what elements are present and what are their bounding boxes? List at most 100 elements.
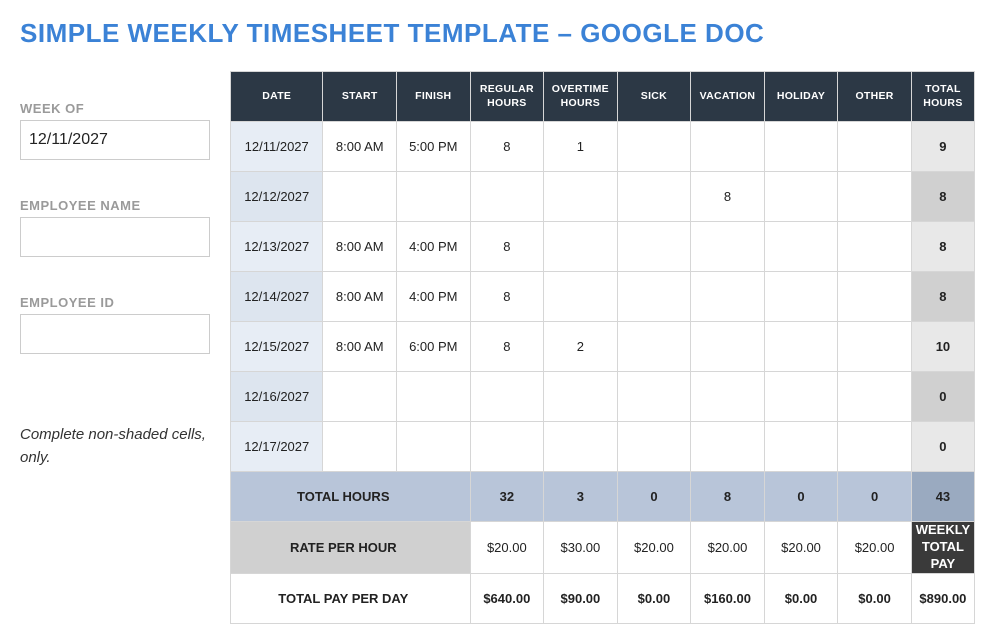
table-row: 12/13/20278:00 AM4:00 PM88 (231, 222, 975, 272)
header-row: DATE START FINISH REGULAR HOURS OVERTIME… (231, 72, 975, 122)
week-of-label: WEEK OF (20, 101, 210, 116)
cell-total: 0 (911, 422, 974, 472)
cell-regular[interactable] (470, 172, 544, 222)
pay-vacation: $160.00 (691, 573, 765, 623)
cell-other[interactable] (838, 372, 912, 422)
cell-vacation[interactable] (691, 222, 765, 272)
rate-overtime[interactable]: $30.00 (544, 522, 618, 574)
table-row: 12/16/20270 (231, 372, 975, 422)
cell-other[interactable] (838, 222, 912, 272)
cell-sick[interactable] (617, 372, 691, 422)
header-other: OTHER (838, 72, 912, 122)
cell-regular[interactable] (470, 422, 544, 472)
cell-sick[interactable] (617, 272, 691, 322)
cell-finish[interactable]: 4:00 PM (397, 222, 471, 272)
cell-sick[interactable] (617, 322, 691, 372)
cell-holiday[interactable] (764, 172, 838, 222)
cell-regular[interactable]: 8 (470, 222, 544, 272)
cell-holiday[interactable] (764, 322, 838, 372)
cell-overtime[interactable] (544, 272, 618, 322)
cell-finish[interactable]: 4:00 PM (397, 272, 471, 322)
employee-name-label: EMPLOYEE NAME (20, 198, 210, 213)
pay-holiday: $0.00 (764, 573, 838, 623)
totals-vacation: 8 (691, 472, 765, 522)
pay-total: $890.00 (911, 573, 974, 623)
cell-start[interactable]: 8:00 AM (323, 272, 397, 322)
totals-regular: 32 (470, 472, 544, 522)
cell-regular[interactable] (470, 372, 544, 422)
cell-start[interactable] (323, 372, 397, 422)
cell-date: 12/11/2027 (231, 122, 323, 172)
pay-regular: $640.00 (470, 573, 544, 623)
header-total: TOTAL HOURS (911, 72, 974, 122)
header-start: START (323, 72, 397, 122)
rate-sick[interactable]: $20.00 (617, 522, 691, 574)
cell-holiday[interactable] (764, 272, 838, 322)
totals-overtime: 3 (544, 472, 618, 522)
cell-other[interactable] (838, 272, 912, 322)
employee-id-label: EMPLOYEE ID (20, 295, 210, 310)
cell-start[interactable]: 8:00 AM (323, 122, 397, 172)
employee-id-input[interactable] (20, 314, 210, 354)
totals-other: 0 (838, 472, 912, 522)
header-holiday: HOLIDAY (764, 72, 838, 122)
cell-overtime[interactable]: 2 (544, 322, 618, 372)
totals-sick: 0 (617, 472, 691, 522)
cell-holiday[interactable] (764, 122, 838, 172)
employee-name-input[interactable] (20, 217, 210, 257)
cell-regular[interactable]: 8 (470, 272, 544, 322)
cell-start[interactable]: 8:00 AM (323, 322, 397, 372)
cell-sick[interactable] (617, 222, 691, 272)
cell-other[interactable] (838, 122, 912, 172)
cell-overtime[interactable] (544, 172, 618, 222)
cell-other[interactable] (838, 172, 912, 222)
cell-finish[interactable] (397, 372, 471, 422)
rate-label: RATE PER HOUR (231, 522, 471, 574)
cell-finish[interactable] (397, 172, 471, 222)
header-date: DATE (231, 72, 323, 122)
rate-other[interactable]: $20.00 (838, 522, 912, 574)
cell-vacation[interactable] (691, 372, 765, 422)
cell-vacation[interactable] (691, 322, 765, 372)
cell-start[interactable] (323, 172, 397, 222)
cell-overtime[interactable] (544, 372, 618, 422)
cell-vacation[interactable]: 8 (691, 172, 765, 222)
cell-overtime[interactable]: 1 (544, 122, 618, 172)
rate-row: RATE PER HOUR $20.00 $30.00 $20.00 $20.0… (231, 522, 975, 574)
cell-regular[interactable]: 8 (470, 122, 544, 172)
cell-overtime[interactable] (544, 222, 618, 272)
cell-sick[interactable] (617, 422, 691, 472)
cell-vacation[interactable] (691, 272, 765, 322)
rate-holiday[interactable]: $20.00 (764, 522, 838, 574)
cell-other[interactable] (838, 422, 912, 472)
header-sick: SICK (617, 72, 691, 122)
cell-start[interactable] (323, 422, 397, 472)
cell-overtime[interactable] (544, 422, 618, 472)
cell-date: 12/15/2027 (231, 322, 323, 372)
cell-finish[interactable]: 6:00 PM (397, 322, 471, 372)
rate-regular[interactable]: $20.00 (470, 522, 544, 574)
cell-vacation[interactable] (691, 122, 765, 172)
pay-overtime: $90.00 (544, 573, 618, 623)
cell-sick[interactable] (617, 172, 691, 222)
timesheet-table: DATE START FINISH REGULAR HOURS OVERTIME… (230, 71, 975, 624)
cell-start[interactable]: 8:00 AM (323, 222, 397, 272)
cell-vacation[interactable] (691, 422, 765, 472)
cell-total: 8 (911, 172, 974, 222)
cell-regular[interactable]: 8 (470, 322, 544, 372)
table-row: 12/12/202788 (231, 172, 975, 222)
cell-holiday[interactable] (764, 422, 838, 472)
cell-total: 10 (911, 322, 974, 372)
cell-holiday[interactable] (764, 222, 838, 272)
page-title: SIMPLE WEEKLY TIMESHEET TEMPLATE – GOOGL… (20, 18, 975, 49)
cell-finish[interactable]: 5:00 PM (397, 122, 471, 172)
rate-vacation[interactable]: $20.00 (691, 522, 765, 574)
cell-sick[interactable] (617, 122, 691, 172)
cell-holiday[interactable] (764, 372, 838, 422)
cell-other[interactable] (838, 322, 912, 372)
week-of-input[interactable] (20, 120, 210, 160)
cell-date: 12/13/2027 (231, 222, 323, 272)
cell-finish[interactable] (397, 422, 471, 472)
totals-row: TOTAL HOURS 32 3 0 8 0 0 43 (231, 472, 975, 522)
table-row: 12/15/20278:00 AM6:00 PM82 10 (231, 322, 975, 372)
